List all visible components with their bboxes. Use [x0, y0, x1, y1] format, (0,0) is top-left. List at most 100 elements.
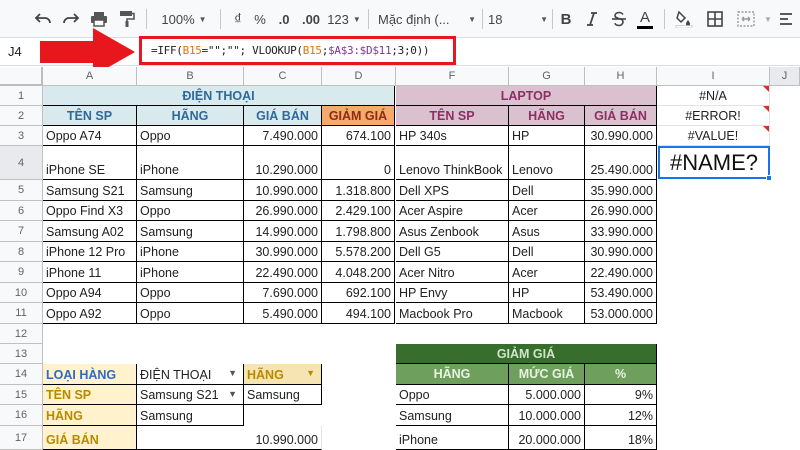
align-horizontal-icon[interactable]	[776, 6, 796, 32]
discount-cell[interactable]: Samsung	[396, 405, 509, 426]
column-header-b[interactable]: B	[137, 67, 244, 86]
row-header-3[interactable]: 3	[0, 126, 43, 146]
phones-cell[interactable]: 1.798.800	[322, 221, 395, 242]
decrease-decimal-button[interactable]: .0	[272, 6, 296, 32]
laptops-cell[interactable]: Acer Aspire	[396, 201, 509, 221]
phones-cell[interactable]: iPhone	[137, 242, 244, 262]
error-cell[interactable]: #VALUE!	[657, 126, 770, 146]
laptops-cell[interactable]: HP	[509, 126, 585, 146]
phones-cell[interactable]: Oppo A94	[43, 283, 137, 303]
row-header-4[interactable]: 4	[0, 146, 43, 180]
row-header-6[interactable]: 6	[0, 201, 43, 221]
phones-cell[interactable]: 692.100	[322, 283, 395, 303]
lookup-name-select[interactable]: Samsung S21 ▼	[137, 385, 244, 405]
laptops-cell[interactable]: 53.490.000	[585, 283, 657, 303]
column-header-j[interactable]: J	[770, 67, 800, 86]
laptops-cell[interactable]: 30.990.000	[585, 242, 657, 262]
strikethrough-icon[interactable]	[608, 6, 630, 32]
laptops-cell[interactable]: Macbook Pro	[396, 303, 509, 324]
phones-cell[interactable]: Oppo A74	[43, 126, 137, 146]
phones-cell[interactable]: Samsung	[137, 180, 244, 201]
phones-header-3[interactable]: GIẢM GIÁ	[322, 106, 395, 126]
phones-cell[interactable]: 494.100	[322, 303, 395, 324]
discount-header-2[interactable]: %	[585, 364, 657, 385]
laptops-header-1[interactable]: HÃNG	[509, 106, 585, 126]
phones-cell[interactable]: iPhone 12 Pro	[43, 242, 137, 262]
error-cell[interactable]: #ERROR!	[657, 106, 770, 126]
laptops-cell[interactable]: HP	[509, 283, 585, 303]
discount-cell[interactable]: Oppo	[396, 385, 509, 405]
laptops-cell[interactable]: Macbook	[509, 303, 585, 324]
lookup-type-select[interactable]: ĐIỆN THOẠI ▼	[137, 364, 244, 385]
phones-cell[interactable]: Oppo Find X3	[43, 201, 137, 221]
phones-cell[interactable]: 4.048.200	[322, 262, 395, 283]
column-header-f[interactable]: F	[396, 67, 509, 86]
phones-cell[interactable]: Samsung	[137, 221, 244, 242]
row-header-12[interactable]: 12	[0, 324, 43, 344]
discount-cell[interactable]: 5.000.000	[509, 385, 585, 405]
laptops-cell[interactable]: Acer	[509, 201, 585, 221]
discount-header-0[interactable]: HÃNG	[396, 364, 509, 385]
laptops-header-2[interactable]: GIÁ BÁN	[585, 106, 657, 126]
phones-cell[interactable]: 7.490.000	[244, 126, 322, 146]
discount-cell[interactable]: 18%	[585, 426, 657, 450]
phones-cell[interactable]: Oppo A92	[43, 303, 137, 324]
phones-cell[interactable]: 30.990.000	[244, 242, 322, 262]
fill-color-icon[interactable]	[672, 6, 696, 32]
column-header-a[interactable]: A	[43, 67, 137, 86]
lookup-brand-filter[interactable]: HÃNG ▼	[244, 364, 322, 385]
row-header-8[interactable]: 8	[0, 242, 43, 262]
phones-header-2[interactable]: GIÁ BÁN	[244, 106, 322, 126]
phones-title[interactable]: ĐIỆN THOẠI	[43, 86, 395, 106]
phones-header-0[interactable]: TÊN SP	[43, 106, 137, 126]
select-all-corner[interactable]	[0, 67, 43, 86]
laptops-cell[interactable]: 33.990.000	[585, 221, 657, 242]
lookup-price-label[interactable]: GIÁ BÁN	[43, 426, 137, 450]
active-cell-selection[interactable]	[658, 146, 772, 181]
laptops-cell[interactable]: Lenovo	[509, 146, 585, 180]
error-cell[interactable]: #N/A	[657, 86, 770, 106]
lookup-brand-result[interactable]: Samsung	[244, 385, 322, 405]
row-header-13[interactable]: 13	[0, 344, 43, 364]
phones-cell[interactable]: Samsung A02	[43, 221, 137, 242]
discount-cell[interactable]: 9%	[585, 385, 657, 405]
text-color-button[interactable]: A	[634, 6, 656, 32]
row-header-1[interactable]: 1	[0, 86, 43, 106]
lookup-price-value[interactable]: 10.990.000	[137, 426, 322, 450]
laptops-cell[interactable]: 26.990.000	[585, 201, 657, 221]
phones-cell[interactable]: 0	[322, 146, 395, 180]
italic-icon[interactable]	[582, 6, 602, 32]
discount-cell[interactable]: iPhone	[396, 426, 509, 450]
format-currency-button[interactable]: ₫	[228, 6, 248, 32]
laptops-cell[interactable]: Dell	[509, 242, 585, 262]
phones-cell[interactable]: iPhone	[137, 146, 244, 180]
column-header-c[interactable]: C	[244, 67, 322, 86]
laptops-cell[interactable]: Dell XPS	[396, 180, 509, 201]
fill-handle[interactable]	[766, 175, 772, 181]
laptops-cell[interactable]: HP Envy	[396, 283, 509, 303]
row-header-2[interactable]: 2	[0, 106, 43, 126]
phones-cell[interactable]: 674.100	[322, 126, 395, 146]
merge-cells-icon[interactable]	[734, 6, 758, 32]
laptops-header-0[interactable]: TÊN SP	[396, 106, 509, 126]
laptops-cell[interactable]: Acer Nitro	[396, 262, 509, 283]
phones-cell[interactable]: 2.429.100	[322, 201, 395, 221]
laptops-cell[interactable]: 30.990.000	[585, 126, 657, 146]
phones-cell[interactable]: 26.990.000	[244, 201, 322, 221]
laptops-title[interactable]: LAPTOP	[396, 86, 657, 106]
font-select[interactable]: Mặc định (... ▼	[378, 6, 476, 32]
phones-cell[interactable]: 7.690.000	[244, 283, 322, 303]
phones-cell[interactable]: iPhone	[137, 262, 244, 283]
zoom-select[interactable]: 100% ▼	[155, 6, 213, 32]
discount-title[interactable]: GIẢM GIÁ	[396, 344, 657, 364]
laptops-cell[interactable]: 25.490.000	[585, 146, 657, 180]
lookup-brand-value[interactable]: Samsung	[137, 405, 244, 426]
discount-cell[interactable]: 12%	[585, 405, 657, 426]
laptops-cell[interactable]: 35.990.000	[585, 180, 657, 201]
format-percent-button[interactable]: %	[250, 6, 270, 32]
row-header-14[interactable]: 14	[0, 364, 43, 385]
laptops-cell[interactable]: Asus Zenbook	[396, 221, 509, 242]
discount-cell[interactable]: 20.000.000	[509, 426, 585, 450]
row-header-15[interactable]: 15	[0, 385, 43, 405]
phones-cell[interactable]: Oppo	[137, 283, 244, 303]
